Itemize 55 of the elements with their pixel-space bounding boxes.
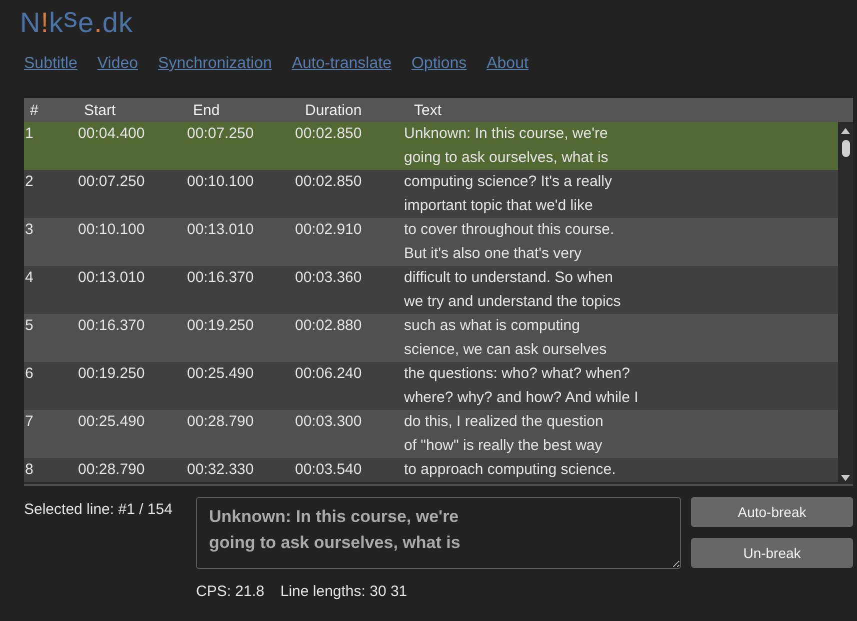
start-time-cell-text: 00:04.400 <box>78 124 146 144</box>
start-time-cell-text: 00:16.370 <box>78 316 146 336</box>
action-button[interactable]: Auto-break <box>691 497 853 527</box>
scroll-up-arrow-icon[interactable] <box>841 128 850 134</box>
number-cell-text: 2 <box>24 172 34 192</box>
column-header: # <box>29 102 40 118</box>
nav-link[interactable]: Options <box>411 55 467 73</box>
start-time-cell-text: 00:28.790 <box>78 460 146 480</box>
end-time-cell-text: 00:19.250 <box>187 316 255 336</box>
nav-link[interactable]: Synchronization <box>158 55 272 73</box>
scroll-thumb[interactable] <box>842 140 850 157</box>
duration-cell-text: 00:02.850 <box>295 124 363 144</box>
column-header: Text <box>413 102 443 118</box>
subtitle-text-cell-text: to approach computing science. <box>404 460 617 480</box>
action-button[interactable]: Un-break <box>691 538 853 568</box>
scroll-down-arrow-icon[interactable] <box>841 475 850 481</box>
end-time-cell-text: 00:28.790 <box>187 412 255 432</box>
start-time-cell-text: 00:19.250 <box>78 364 146 384</box>
cps-label: CPS: 21.8 <box>196 582 264 602</box>
number-cell-text: 8 <box>24 460 34 480</box>
column-header: End <box>192 102 221 118</box>
end-time-cell-text: 00:32.330 <box>187 460 255 480</box>
duration-cell-text: 00:06.240 <box>295 364 363 384</box>
column-header: Start <box>83 102 117 118</box>
nav-link[interactable]: Auto-translate <box>292 55 392 73</box>
column-header: Duration <box>304 102 363 118</box>
line-lengths-label: Line lengths: 30 31 <box>280 582 408 602</box>
start-time-cell-text: 00:13.010 <box>78 268 146 288</box>
duration-cell-text: 00:03.540 <box>295 460 363 480</box>
end-time-cell-text: 00:13.010 <box>187 220 255 240</box>
duration-cell-text: 00:02.850 <box>295 172 363 192</box>
number-cell-text: 6 <box>24 364 34 384</box>
end-time-cell-text: 00:10.100 <box>187 172 255 192</box>
nav-link[interactable]: About <box>486 55 528 73</box>
duration-cell-text: 00:02.880 <box>295 316 363 336</box>
subtitle-text-field[interactable]: Unknown: In this course, we're going to ask ourselves, what is <box>196 497 681 569</box>
selected-line-label: Selected line: #1 / 154 <box>24 500 174 520</box>
start-time-cell-text: 00:07.250 <box>78 172 146 192</box>
end-time-cell-text: 00:07.250 <box>187 124 255 144</box>
start-time-cell-text: 00:10.100 <box>78 220 146 240</box>
subtitle-row[interactable]: 8 00:28.790 00:32.330 00:03.540 to approach computing science. <box>24 458 838 482</box>
start-time-cell-text: 00:25.490 <box>78 412 146 432</box>
site-logo[interactable]: N!kse.dk <box>20 6 133 40</box>
duration-cell-text: 00:02.910 <box>295 220 363 240</box>
number-cell-text: 4 <box>24 268 34 288</box>
nav-link[interactable]: Video <box>97 55 138 73</box>
duration-cell-text: 00:03.360 <box>295 268 363 288</box>
number-cell-text: 3 <box>24 220 34 240</box>
duration-cell-text: 00:03.300 <box>295 412 363 432</box>
number-cell-text: 7 <box>24 412 34 432</box>
end-time-cell-text: 00:25.490 <box>187 364 255 384</box>
number-cell-text: 5 <box>24 316 34 336</box>
end-time-cell-text: 00:16.370 <box>187 268 255 288</box>
number-cell-text: 1 <box>24 124 34 144</box>
nav-link[interactable]: Subtitle <box>24 55 78 73</box>
